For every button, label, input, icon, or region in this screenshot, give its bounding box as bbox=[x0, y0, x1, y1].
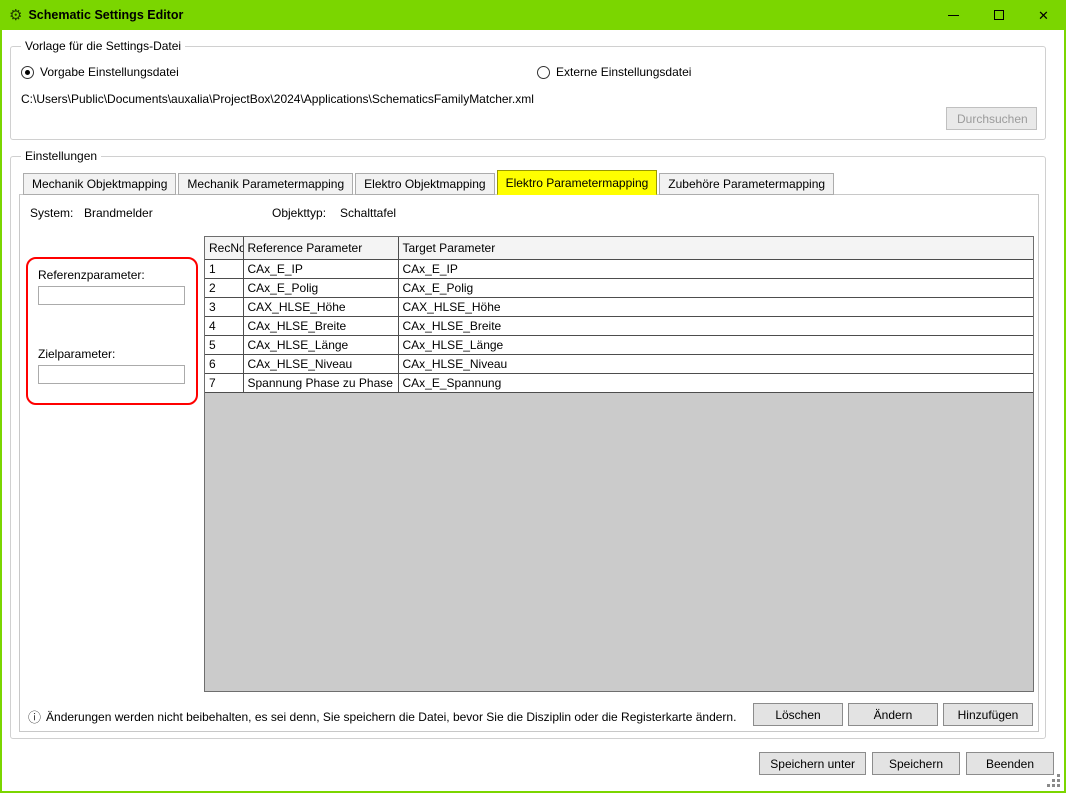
delete-button[interactable]: Löschen bbox=[753, 703, 843, 726]
tab-mechanik-objektmapping[interactable]: Mechanik Objektmapping bbox=[23, 173, 176, 195]
cell-recno[interactable]: 6 bbox=[205, 354, 243, 373]
cell-recno[interactable]: 4 bbox=[205, 316, 243, 335]
window-title: Schematic Settings Editor bbox=[28, 8, 183, 22]
resize-grip[interactable] bbox=[1048, 775, 1061, 788]
cell-target[interactable]: CAx_HLSE_Länge bbox=[398, 335, 1033, 354]
table-row[interactable]: 5 CAx_HLSE_Länge CAx_HLSE_Länge bbox=[205, 335, 1033, 354]
window-content: Vorlage für die Settings-Datei Vorgabe E… bbox=[2, 30, 1064, 791]
change-button[interactable]: Ändern bbox=[848, 703, 938, 726]
cell-recno[interactable]: 5 bbox=[205, 335, 243, 354]
save-button[interactable]: Speichern bbox=[872, 752, 960, 775]
tab-mechanik-parametermapping[interactable]: Mechanik Parametermapping bbox=[178, 173, 353, 195]
cell-recno[interactable]: 7 bbox=[205, 373, 243, 392]
cell-reference[interactable]: CAx_E_Polig bbox=[243, 278, 398, 297]
browse-button[interactable]: Durchsuchen bbox=[946, 107, 1037, 130]
cell-reference[interactable]: CAX_HLSE_Höhe bbox=[243, 297, 398, 316]
parameter-mapping-table: RecNo Reference Parameter Target Paramet… bbox=[205, 237, 1033, 393]
cell-reference[interactable]: Spannung Phase zu Phase bbox=[243, 373, 398, 392]
cell-reference[interactable]: CAx_E_IP bbox=[243, 259, 398, 278]
settings-groupbox-title: Einstellungen bbox=[21, 149, 101, 163]
radio-external-settings-file[interactable]: Externe Einstellungsdatei bbox=[537, 65, 691, 79]
close-button[interactable]: ✕ bbox=[1021, 0, 1066, 30]
caption-buttons: ✕ bbox=[931, 0, 1066, 30]
cell-target[interactable]: CAx_E_IP bbox=[398, 259, 1033, 278]
target-parameter-label: Zielparameter: bbox=[38, 347, 115, 361]
reference-parameter-label: Referenzparameter: bbox=[38, 268, 145, 282]
elektro-parametermapping-panel: System: Brandmelder Objekttyp: Schalttaf… bbox=[19, 194, 1039, 732]
tab-zubehoere-parametermapping[interactable]: Zubehöre Parametermapping bbox=[659, 173, 834, 195]
tab-elektro-parametermapping[interactable]: Elektro Parametermapping bbox=[497, 170, 658, 195]
table-row[interactable]: 4 CAx_HLSE_Breite CAx_HLSE_Breite bbox=[205, 316, 1033, 335]
grid-action-buttons: Löschen Ändern Hinzufügen bbox=[753, 703, 1033, 726]
cell-recno[interactable]: 3 bbox=[205, 297, 243, 316]
minimize-icon bbox=[948, 15, 959, 16]
reference-parameter-input[interactable] bbox=[38, 286, 185, 305]
header-reference-parameter[interactable]: Reference Parameter bbox=[243, 237, 398, 259]
settings-groupbox: Einstellungen Mechanik Objektmapping Mec… bbox=[10, 156, 1046, 739]
table-row[interactable]: 6 CAx_HLSE_Niveau CAx_HLSE_Niveau bbox=[205, 354, 1033, 373]
minimize-button[interactable] bbox=[931, 0, 976, 30]
maximize-icon bbox=[994, 10, 1004, 20]
maximize-button[interactable] bbox=[976, 0, 1021, 30]
template-groupbox-title: Vorlage für die Settings-Datei bbox=[21, 39, 185, 53]
system-label: System: bbox=[30, 206, 73, 220]
radio-external-label: Externe Einstellungsdatei bbox=[556, 65, 691, 79]
target-parameter-input[interactable] bbox=[38, 365, 185, 384]
info-row: ⓘ Änderungen werden nicht beibehalten, e… bbox=[28, 707, 736, 726]
object-type-label: Objekttyp: bbox=[272, 206, 326, 220]
add-button[interactable]: Hinzufügen bbox=[943, 703, 1033, 726]
radio-default-settings-file[interactable]: Vorgabe Einstellungsdatei bbox=[21, 65, 179, 79]
header-recno[interactable]: RecNo bbox=[205, 237, 243, 259]
table-row[interactable]: 2 CAx_E_Polig CAx_E_Polig bbox=[205, 278, 1033, 297]
gear-app-icon: ⚙ bbox=[9, 8, 22, 23]
exit-button[interactable]: Beenden bbox=[966, 752, 1054, 775]
radio-unselected-icon bbox=[537, 66, 550, 79]
cell-recno[interactable]: 1 bbox=[205, 259, 243, 278]
mapping-tabstrip: Mechanik Objektmapping Mechanik Paramete… bbox=[23, 170, 836, 195]
cell-target[interactable]: CAx_E_Spannung bbox=[398, 373, 1033, 392]
header-target-parameter[interactable]: Target Parameter bbox=[398, 237, 1033, 259]
table-header-row: RecNo Reference Parameter Target Paramet… bbox=[205, 237, 1033, 259]
table-row[interactable]: 7 Spannung Phase zu Phase CAx_E_Spannung bbox=[205, 373, 1033, 392]
object-type-value: Schalttafel bbox=[340, 206, 396, 220]
settings-file-path: C:\Users\Public\Documents\auxalia\Projec… bbox=[21, 92, 534, 106]
cell-target[interactable]: CAx_HLSE_Breite bbox=[398, 316, 1033, 335]
table-row[interactable]: 1 CAx_E_IP CAx_E_IP bbox=[205, 259, 1033, 278]
radio-default-label: Vorgabe Einstellungsdatei bbox=[40, 65, 179, 79]
info-icon: ⓘ bbox=[28, 707, 41, 726]
close-icon: ✕ bbox=[1038, 9, 1049, 22]
parameter-input-highlight-box: Referenzparameter: Zielparameter: bbox=[26, 257, 198, 405]
save-as-button[interactable]: Speichern unter bbox=[759, 752, 866, 775]
cell-reference[interactable]: CAx_HLSE_Breite bbox=[243, 316, 398, 335]
info-text: Änderungen werden nicht beibehalten, es … bbox=[46, 710, 736, 724]
parameter-mapping-grid: RecNo Reference Parameter Target Paramet… bbox=[204, 236, 1034, 692]
table-row[interactable]: 3 CAX_HLSE_Höhe CAX_HLSE_Höhe bbox=[205, 297, 1033, 316]
cell-reference[interactable]: CAx_HLSE_Länge bbox=[243, 335, 398, 354]
cell-target[interactable]: CAX_HLSE_Höhe bbox=[398, 297, 1033, 316]
cell-recno[interactable]: 2 bbox=[205, 278, 243, 297]
app-window: ⚙ Schematic Settings Editor ✕ Vorlage fü… bbox=[0, 0, 1066, 793]
footer-buttons: Speichern unter Speichern Beenden bbox=[759, 752, 1054, 775]
titlebar: ⚙ Schematic Settings Editor ✕ bbox=[0, 0, 1066, 30]
system-value: Brandmelder bbox=[84, 206, 153, 220]
tab-elektro-objektmapping[interactable]: Elektro Objektmapping bbox=[355, 173, 494, 195]
cell-target[interactable]: CAx_HLSE_Niveau bbox=[398, 354, 1033, 373]
settings-file-radio-group: Vorgabe Einstellungsdatei Externe Einste… bbox=[11, 65, 1045, 81]
cell-reference[interactable]: CAx_HLSE_Niveau bbox=[243, 354, 398, 373]
template-file-groupbox: Vorlage für die Settings-Datei Vorgabe E… bbox=[10, 46, 1046, 140]
radio-selected-icon bbox=[21, 66, 34, 79]
cell-target[interactable]: CAx_E_Polig bbox=[398, 278, 1033, 297]
